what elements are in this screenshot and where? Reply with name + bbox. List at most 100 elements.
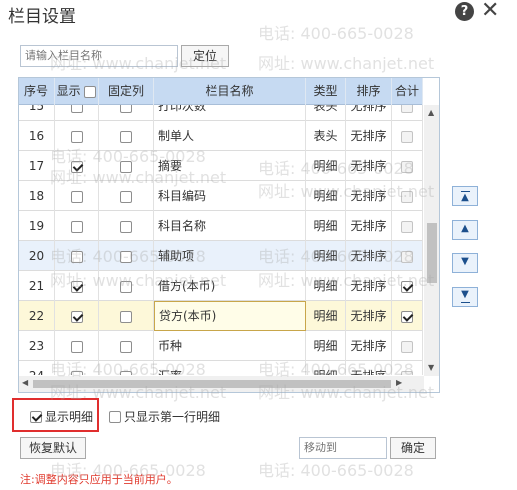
total-checkbox[interactable]	[401, 250, 413, 263]
table-row[interactable]: 21 借方(本币) 明细 无排序	[19, 271, 423, 301]
cell-name[interactable]: 摘要	[154, 151, 306, 181]
cell-fixed	[99, 271, 154, 301]
fixed-checkbox[interactable]	[120, 160, 132, 173]
first-row-only-checkbox[interactable]	[109, 410, 121, 423]
total-checkbox[interactable]	[401, 105, 413, 113]
column-search-input[interactable]	[20, 45, 178, 67]
vertical-scroll-thumb[interactable]	[427, 223, 437, 283]
total-checkbox[interactable]	[401, 220, 413, 233]
cell-fixed	[99, 301, 154, 331]
cell-show	[55, 271, 99, 301]
show-checkbox[interactable]	[70, 160, 83, 173]
cell-total	[392, 211, 423, 241]
show-checkbox[interactable]	[70, 105, 83, 113]
first-row-only-label: 只显示第一行明细	[124, 410, 221, 424]
total-checkbox[interactable]	[401, 160, 413, 173]
move-up-button[interactable]: ▲	[452, 220, 478, 240]
scroll-right-arrow-icon[interactable]: ▶	[396, 378, 402, 387]
cell-name[interactable]: 贷方(本币)	[154, 301, 306, 331]
total-checkbox[interactable]	[401, 190, 413, 203]
cell-name[interactable]: 借方(本币)	[154, 271, 306, 301]
cell-seq: 20	[19, 241, 55, 271]
cell-show	[55, 301, 99, 331]
show-checkbox[interactable]	[70, 370, 83, 375]
table-row[interactable]: 16 制单人 表头 无排序	[19, 121, 423, 151]
show-checkbox[interactable]	[70, 130, 83, 143]
show-checkbox[interactable]	[70, 220, 83, 233]
fixed-checkbox[interactable]	[120, 130, 132, 143]
confirm-button[interactable]: 确定	[390, 437, 436, 459]
total-checkbox[interactable]	[401, 340, 413, 353]
cell-sort: 无排序	[346, 151, 392, 181]
table-body: 15 打印次数 表头 无排序 16 制单人 表头 无排序 17 摘要 明细 无排序 18 科目编码 明细 无排…	[19, 105, 423, 375]
locate-button[interactable]: 定位	[181, 45, 229, 67]
horizontal-scrollbar[interactable]: ◀ ▶	[19, 376, 424, 392]
cell-name[interactable]: 打印次数	[154, 105, 306, 121]
move-to-input[interactable]	[299, 437, 387, 459]
fixed-checkbox[interactable]	[120, 370, 132, 375]
cell-name[interactable]: 汇率	[154, 361, 306, 375]
first-row-only-option[interactable]: 只显示第一行明细	[109, 408, 220, 425]
cell-fixed	[99, 121, 154, 151]
table-row[interactable]: 18 科目编码 明细 无排序	[19, 181, 423, 211]
scroll-down-arrow-icon[interactable]: ▼	[428, 363, 434, 372]
table-row[interactable]: 19 科目名称 明细 无排序	[19, 211, 423, 241]
show-checkbox[interactable]	[70, 310, 83, 323]
total-checkbox[interactable]	[401, 370, 413, 375]
cell-sort: 无排序	[346, 271, 392, 301]
cell-name[interactable]: 辅助项	[154, 241, 306, 271]
fixed-checkbox[interactable]	[120, 190, 132, 203]
cell-name[interactable]: 科目名称	[154, 211, 306, 241]
table-row[interactable]: 23 币种 明细 无排序	[19, 331, 423, 361]
cell-fixed	[99, 151, 154, 181]
cell-seq: 24	[19, 361, 55, 375]
restore-default-button[interactable]: 恢复默认	[20, 437, 86, 459]
columns-table: 序号 显示 固定列 栏目名称 类型 排序 合计 15 打印次数 表头 无排序 16 制单人…	[18, 77, 440, 393]
cell-name[interactable]: 制单人	[154, 121, 306, 151]
cell-show	[55, 105, 99, 121]
show-checkbox[interactable]	[70, 250, 83, 263]
horizontal-scroll-thumb[interactable]	[33, 380, 391, 388]
fixed-checkbox[interactable]	[120, 250, 132, 263]
total-checkbox[interactable]	[401, 310, 413, 323]
fixed-checkbox[interactable]	[120, 280, 132, 293]
cell-fixed	[99, 181, 154, 211]
cell-name[interactable]: 科目编码	[154, 181, 306, 211]
fixed-checkbox[interactable]	[120, 220, 132, 233]
move-top-button[interactable]: ▲	[452, 186, 478, 206]
fixed-checkbox[interactable]	[120, 340, 132, 353]
table-row[interactable]: 22 贷方(本币) 明细 无排序	[19, 301, 423, 331]
show-detail-option[interactable]: 显示明细	[30, 408, 93, 425]
scroll-left-arrow-icon[interactable]: ◀	[22, 378, 28, 387]
cell-total	[392, 241, 423, 271]
table-row[interactable]: 20 辅助项 明细 无排序	[19, 241, 423, 271]
help-icon[interactable]: ?	[455, 2, 474, 21]
vertical-scrollbar[interactable]: ▲ ▼	[424, 105, 439, 376]
show-all-checkbox[interactable]	[84, 85, 97, 98]
show-checkbox[interactable]	[70, 340, 83, 353]
move-down-button[interactable]: ▼	[452, 253, 478, 273]
close-icon[interactable]: ✕	[481, 0, 499, 23]
table-row[interactable]: 15 打印次数 表头 无排序	[19, 105, 423, 121]
cell-type: 明细	[306, 241, 346, 271]
cell-type: 明细	[306, 181, 346, 211]
cell-fixed	[99, 331, 154, 361]
total-checkbox[interactable]	[401, 130, 413, 143]
show-checkbox[interactable]	[70, 190, 83, 203]
show-detail-checkbox[interactable]	[30, 410, 42, 423]
fixed-checkbox[interactable]	[120, 105, 132, 113]
cell-sort: 无排序	[346, 331, 392, 361]
cell-seq: 18	[19, 181, 55, 211]
move-bottom-button[interactable]: ▼	[452, 287, 478, 307]
cell-sort: 无排序	[346, 121, 392, 151]
header-seq: 序号	[19, 78, 55, 105]
scroll-up-arrow-icon[interactable]: ▲	[428, 108, 434, 117]
table-row[interactable]: 24 汇率明细无排序	[19, 361, 423, 375]
cell-name[interactable]: 币种	[154, 331, 306, 361]
show-checkbox[interactable]	[70, 280, 83, 293]
fixed-checkbox[interactable]	[120, 310, 132, 323]
cell-show	[55, 211, 99, 241]
total-checkbox[interactable]	[401, 280, 413, 293]
table-row[interactable]: 17 摘要 明细 无排序	[19, 151, 423, 181]
header-total: 合计	[392, 78, 423, 105]
